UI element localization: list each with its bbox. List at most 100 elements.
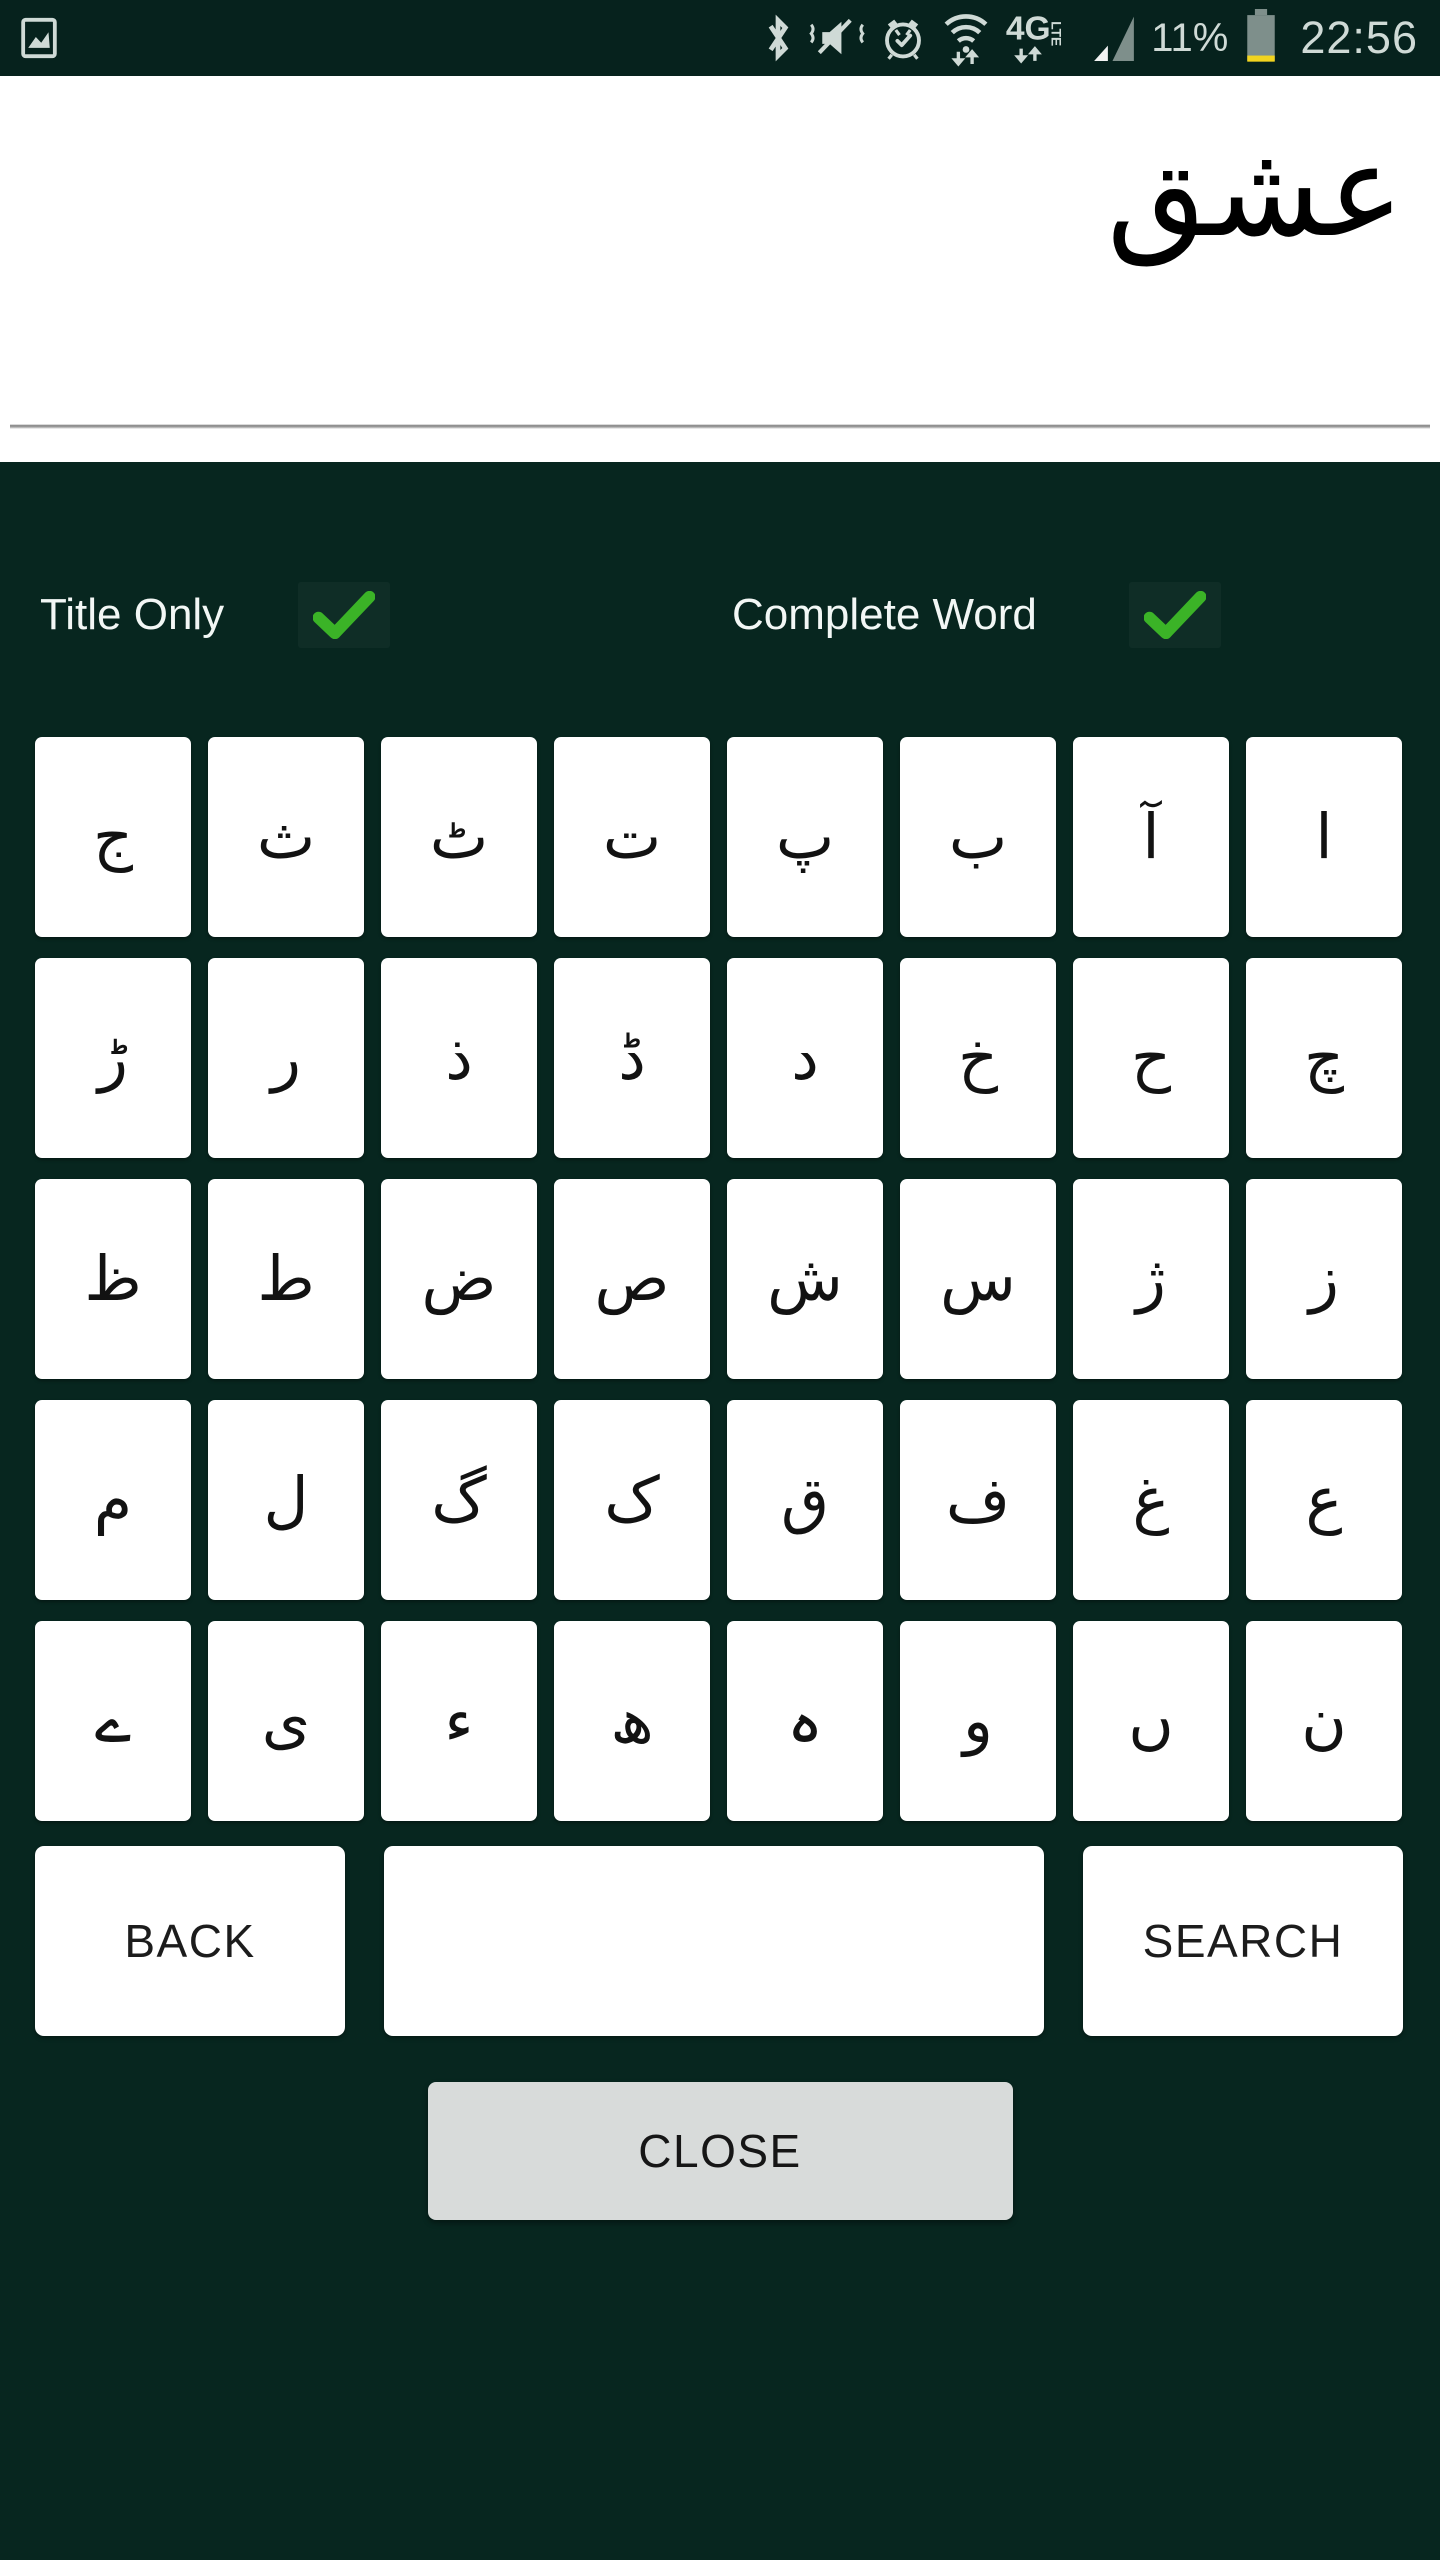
key-button[interactable]: ع bbox=[1246, 1400, 1402, 1600]
key-button[interactable]: ء bbox=[381, 1621, 537, 1821]
key-label: خ bbox=[957, 1021, 999, 1094]
key-label: ت bbox=[602, 800, 662, 873]
key-button[interactable]: ج bbox=[35, 737, 191, 937]
key-label: ط bbox=[257, 1242, 315, 1315]
key-label: ص bbox=[594, 1242, 670, 1315]
key-button[interactable]: د bbox=[727, 958, 883, 1158]
key-label: چ bbox=[1303, 1021, 1345, 1094]
key-label: ش bbox=[767, 1242, 843, 1315]
key-button[interactable]: ق bbox=[727, 1400, 883, 1600]
key-label: ز bbox=[1309, 1242, 1339, 1315]
key-button[interactable]: ص bbox=[554, 1179, 710, 1379]
battery-icon bbox=[1242, 9, 1280, 67]
key-label: ے bbox=[94, 1684, 132, 1757]
key-label: ظ bbox=[84, 1242, 142, 1315]
search-button[interactable]: SEARCH bbox=[1083, 1846, 1403, 2036]
keyboard-row: ڑ ر ذ ڈ د خ ح چ bbox=[35, 958, 1405, 1158]
cellular-signal-icon bbox=[1091, 12, 1137, 64]
key-button[interactable]: ف bbox=[900, 1400, 1056, 1600]
key-button[interactable]: ش bbox=[727, 1179, 883, 1379]
key-label: ا bbox=[1315, 800, 1333, 873]
key-label: و bbox=[963, 1684, 993, 1757]
key-button[interactable]: ا bbox=[1246, 737, 1402, 937]
key-button[interactable]: آ bbox=[1073, 737, 1229, 937]
key-label: ج bbox=[92, 800, 134, 873]
key-label: ث bbox=[256, 800, 316, 873]
key-button[interactable]: ت bbox=[554, 737, 710, 937]
alarm-icon bbox=[879, 14, 927, 62]
page-title: عشق bbox=[1106, 117, 1404, 266]
key-button[interactable]: ر bbox=[208, 958, 364, 1158]
key-button[interactable]: ل bbox=[208, 1400, 364, 1600]
key-button[interactable]: غ bbox=[1073, 1400, 1229, 1600]
key-button[interactable]: ی bbox=[208, 1621, 364, 1821]
key-button[interactable]: ظ bbox=[35, 1179, 191, 1379]
key-label: ک bbox=[604, 1463, 660, 1536]
key-button[interactable]: ں bbox=[1073, 1621, 1229, 1821]
option-complete-word[interactable]: Complete Word bbox=[732, 570, 1221, 660]
key-button[interactable]: ٹ bbox=[381, 737, 537, 937]
key-label: ں bbox=[1128, 1684, 1174, 1757]
key-label: پ bbox=[775, 800, 835, 873]
space-button[interactable] bbox=[384, 1846, 1044, 2036]
key-button[interactable]: ک bbox=[554, 1400, 710, 1600]
key-label: ن bbox=[1301, 1684, 1347, 1757]
key-label: غ bbox=[1132, 1463, 1170, 1536]
key-label: ء bbox=[444, 1684, 474, 1757]
keyboard-row: ج ث ٹ ت پ ب آ ا bbox=[35, 737, 1405, 937]
back-button-label: BACK bbox=[124, 1915, 256, 1967]
key-label: ہ bbox=[786, 1684, 824, 1757]
urdu-keyboard[interactable]: ج ث ٹ ت پ ب آ ا ڑ ر ذ ڈ د خ ح چ ظ ط ض ص … bbox=[35, 737, 1405, 1821]
key-button[interactable]: ن bbox=[1246, 1621, 1402, 1821]
network-4glte-icon: 4G LTE bbox=[1005, 9, 1077, 67]
keyboard-panel: Title Only Complete Word ج ث ٹ ت پ ب آ ا… bbox=[0, 462, 1440, 2560]
key-label: ڈ bbox=[618, 1021, 646, 1094]
key-button[interactable]: ح bbox=[1073, 958, 1229, 1158]
key-label: ق bbox=[780, 1463, 830, 1536]
key-button[interactable]: پ bbox=[727, 737, 883, 937]
option-title-only-label: Title Only bbox=[40, 590, 225, 639]
option-title-only-checkbox[interactable] bbox=[298, 582, 390, 648]
key-label: ل bbox=[263, 1463, 309, 1536]
key-button[interactable]: چ bbox=[1246, 958, 1402, 1158]
close-button[interactable]: CLOSE bbox=[427, 2082, 1013, 2220]
key-button[interactable]: ث bbox=[208, 737, 364, 937]
clock-label: 22:56 bbox=[1300, 12, 1418, 63]
key-label: ع bbox=[1305, 1463, 1343, 1536]
key-button[interactable]: م bbox=[35, 1400, 191, 1600]
key-button[interactable]: و bbox=[900, 1621, 1056, 1821]
key-label: م bbox=[93, 1463, 133, 1536]
key-button[interactable]: گ bbox=[381, 1400, 537, 1600]
key-button[interactable]: ھ bbox=[554, 1621, 710, 1821]
key-button[interactable]: ڑ bbox=[35, 958, 191, 1158]
key-button[interactable]: ض bbox=[381, 1179, 537, 1379]
key-label: ح bbox=[1130, 1021, 1172, 1094]
option-complete-word-checkbox[interactable] bbox=[1129, 582, 1221, 648]
search-button-label: SEARCH bbox=[1142, 1915, 1344, 1967]
key-label: ی bbox=[261, 1684, 311, 1757]
close-button-label: CLOSE bbox=[638, 2125, 802, 2177]
option-title-only[interactable]: Title Only bbox=[40, 570, 390, 660]
key-button[interactable]: ذ bbox=[381, 958, 537, 1158]
key-button[interactable]: ب bbox=[900, 737, 1056, 937]
key-button[interactable]: خ bbox=[900, 958, 1056, 1158]
key-button[interactable]: ط bbox=[208, 1179, 364, 1379]
close-button-container: CLOSE bbox=[0, 2082, 1440, 2220]
keyboard-action-row: BACK SEARCH bbox=[35, 1846, 1405, 2036]
key-button[interactable]: ے bbox=[35, 1621, 191, 1821]
key-label: ژ bbox=[1136, 1242, 1166, 1315]
key-button[interactable]: س bbox=[900, 1179, 1056, 1379]
key-button[interactable]: ژ bbox=[1073, 1179, 1229, 1379]
status-bar[interactable]: 4G LTE 11% 22:56 bbox=[0, 0, 1440, 76]
key-label: ر bbox=[271, 1021, 301, 1094]
key-button[interactable]: ڈ bbox=[554, 958, 710, 1158]
key-button[interactable]: ہ bbox=[727, 1621, 883, 1821]
back-button[interactable]: BACK bbox=[35, 1846, 345, 2036]
key-label: د bbox=[791, 1021, 819, 1094]
svg-text:4G: 4G bbox=[1006, 11, 1051, 48]
status-bar-left-icons bbox=[20, 17, 58, 59]
keyboard-row: ظ ط ض ص ش س ژ ز bbox=[35, 1179, 1405, 1379]
battery-percent-label: 11% bbox=[1151, 15, 1229, 60]
status-bar-right-icons[interactable]: 4G LTE 11% 22:56 bbox=[761, 9, 1418, 67]
key-button[interactable]: ز bbox=[1246, 1179, 1402, 1379]
